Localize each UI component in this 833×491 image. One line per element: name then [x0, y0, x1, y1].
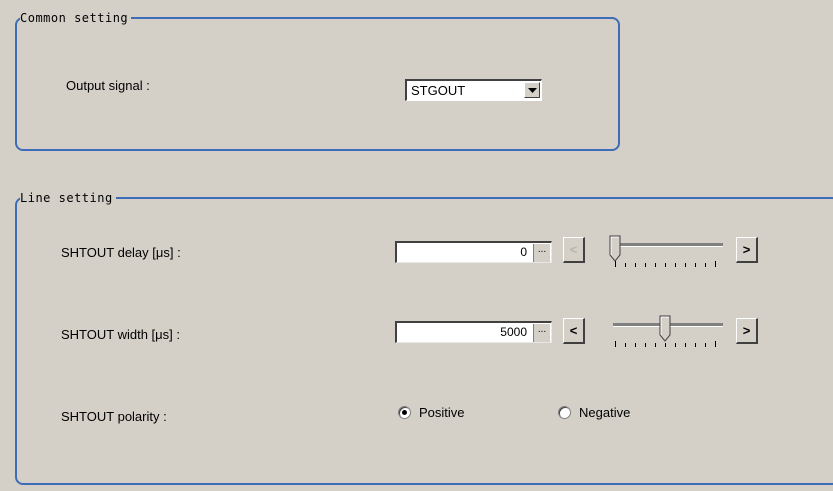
polarity-positive-radio[interactable]: Positive — [398, 405, 465, 420]
shtout-width-input[interactable]: 5000 ... — [395, 321, 552, 343]
line-setting-title: Line setting — [20, 190, 116, 206]
width-ellipsis-button[interactable]: ... — [533, 324, 550, 342]
delay-decrement-button[interactable]: < — [563, 237, 585, 263]
radio-unselected-icon — [558, 406, 571, 419]
dropdown-button[interactable] — [524, 82, 540, 98]
delay-increment-button[interactable]: > — [736, 237, 758, 263]
common-setting-title: Common setting — [20, 10, 132, 26]
common-setting-group: Common setting Output signal : STGOUT — [15, 10, 620, 151]
output-signal-select[interactable]: STGOUT — [405, 79, 542, 101]
width-slider-ticks — [615, 341, 716, 347]
shtout-width-label: SHTOUT width [μs] : — [61, 327, 180, 342]
chevron-down-icon — [528, 88, 537, 93]
polarity-negative-radio[interactable]: Negative — [558, 405, 630, 420]
output-signal-value: STGOUT — [411, 83, 466, 98]
shtout-delay-input[interactable]: 0 ... — [395, 241, 552, 263]
width-slider[interactable] — [605, 315, 723, 349]
radio-selected-icon — [398, 406, 411, 419]
delay-slider[interactable] — [605, 235, 723, 269]
positive-label: Positive — [419, 405, 465, 420]
width-decrement-button[interactable]: < — [563, 318, 585, 344]
negative-label: Negative — [579, 405, 631, 420]
delay-slider-ticks — [615, 261, 716, 267]
shtout-delay-label: SHTOUT delay [μs] : — [61, 245, 181, 260]
output-signal-label: Output signal : — [66, 78, 150, 93]
width-increment-button[interactable]: > — [736, 318, 758, 344]
shtout-delay-value: 0 — [520, 245, 527, 259]
delay-slider-track — [613, 243, 723, 246]
line-setting-group: Line setting SHTOUT delay [μs] : 0 ... <… — [15, 190, 833, 485]
shtout-polarity-label: SHTOUT polarity : — [61, 409, 167, 424]
shtout-width-value: 5000 — [500, 325, 527, 339]
delay-ellipsis-button[interactable]: ... — [533, 244, 550, 262]
